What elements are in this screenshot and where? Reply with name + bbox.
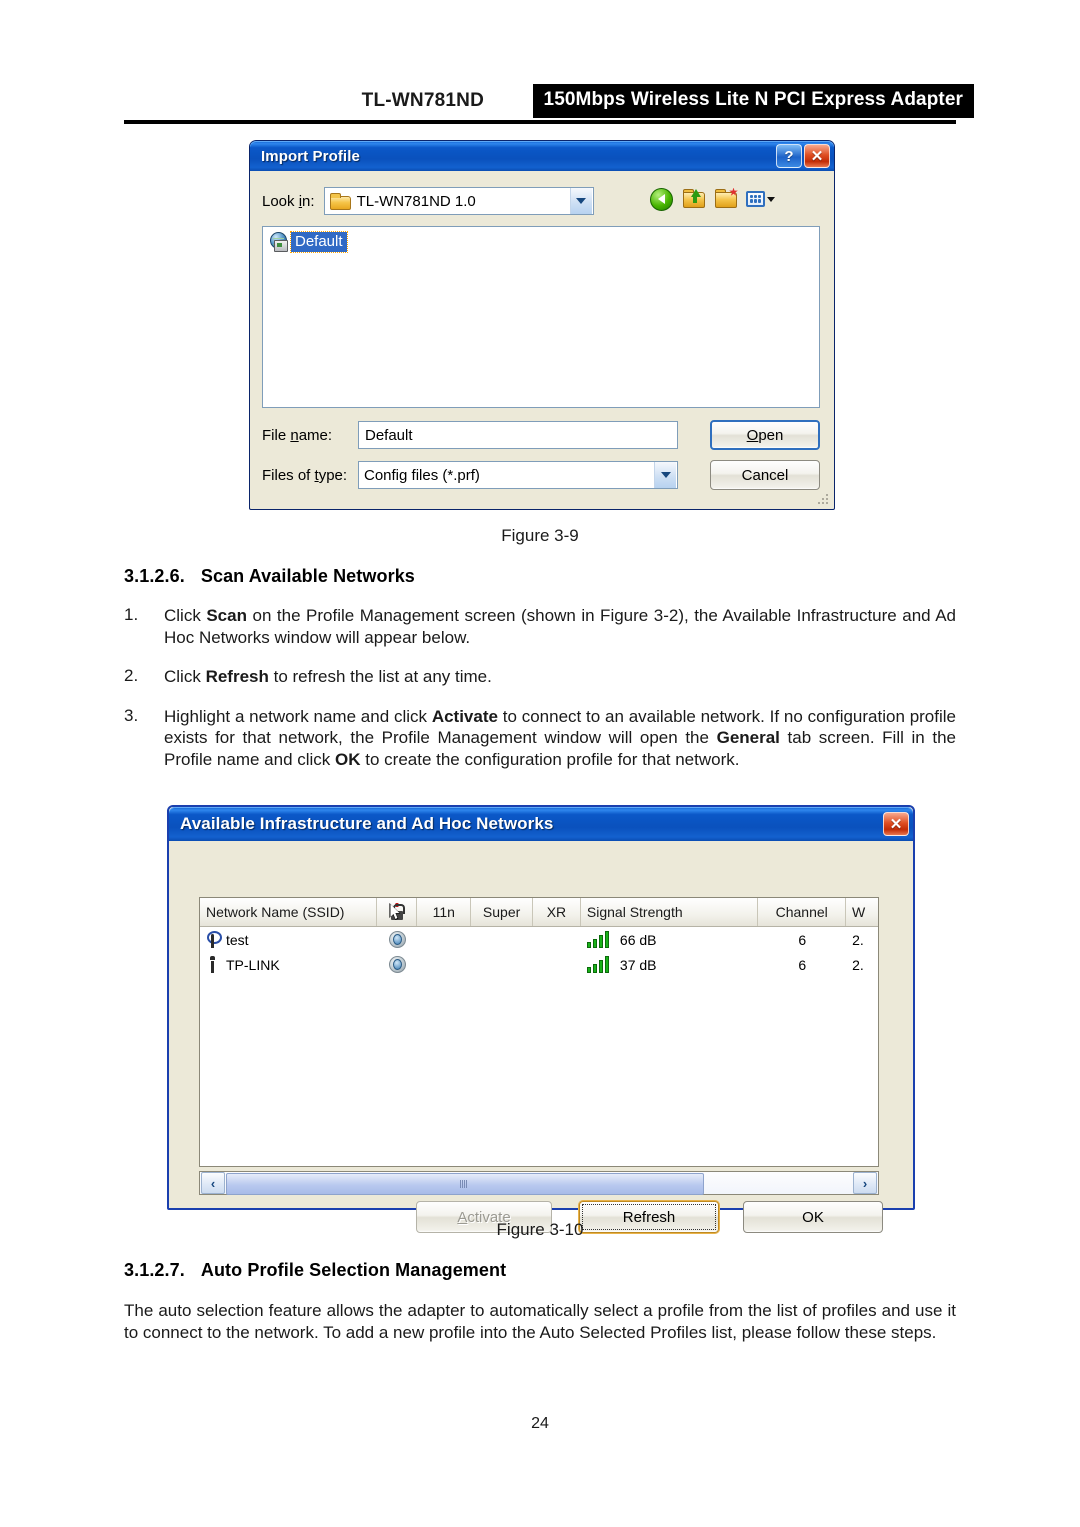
figure-caption-3-10: Figure 3-10 bbox=[496, 1220, 584, 1239]
list-item-number: 1. bbox=[124, 605, 139, 624]
views-icon[interactable] bbox=[746, 188, 775, 211]
signal-bars-icon bbox=[586, 931, 613, 948]
header-model: TL-WN781ND bbox=[361, 90, 484, 111]
import-profile-titlebar[interactable]: Import Profile ? ✕ bbox=[250, 141, 834, 171]
file-name-input[interactable]: Default bbox=[358, 421, 678, 449]
column-header-super[interactable]: Super bbox=[471, 898, 534, 926]
file-name-label-text: File name: bbox=[262, 426, 333, 444]
help-button[interactable]: ? bbox=[776, 144, 802, 168]
column-header-wireless-mode[interactable]: W bbox=[846, 898, 878, 926]
list-item-number: 3. bbox=[124, 705, 139, 725]
ssid-text: TP-LINK bbox=[226, 956, 280, 973]
import-profile-title: Import Profile bbox=[261, 147, 360, 165]
networks-table-header: Network Name (SSID) 11n Super XR Signal … bbox=[200, 898, 878, 927]
networks-table: Network Name (SSID) 11n Super XR Signal … bbox=[199, 897, 879, 1167]
list-item: 1. Click Scan on the Profile Management s… bbox=[124, 605, 956, 648]
files-of-type-label-text: Files of type: bbox=[262, 466, 348, 484]
back-icon[interactable] bbox=[650, 187, 675, 211]
list-item: 2. Click Refresh to refresh the list at a… bbox=[124, 666, 956, 688]
document-page: TL-WN781ND 150Mbps Wireless Lite N PCI E… bbox=[0, 0, 1080, 1527]
signal-value: 37 dB bbox=[619, 956, 657, 973]
files-of-type-value: Config files (*.prf) bbox=[364, 466, 480, 484]
cell-wireless-mode: 2. bbox=[852, 956, 864, 973]
close-icon[interactable]: ✕ bbox=[883, 812, 909, 836]
encryption-icon bbox=[388, 931, 406, 948]
open-button[interactable]: Open bbox=[710, 420, 820, 450]
table-row[interactable]: TP-LINK 37 dB 6 2. bbox=[200, 952, 878, 977]
list-item-text: Click Scan on the Profile Management scr… bbox=[164, 606, 956, 647]
cell-encryption bbox=[377, 956, 417, 973]
look-in-label: Look in: bbox=[262, 192, 315, 210]
new-folder-icon[interactable] bbox=[714, 187, 739, 211]
list-item: 3. Highlight a network name and click Act… bbox=[124, 706, 956, 771]
available-networks-titlebar[interactable]: Available Infrastructure and Ad Hoc Netw… bbox=[169, 807, 913, 841]
header-product: 150Mbps Wireless Lite N PCI Express Adap… bbox=[532, 84, 974, 118]
page-number: 24 bbox=[531, 1415, 549, 1432]
auto-profile-paragraph: The auto selection feature allows the ad… bbox=[124, 1301, 956, 1343]
column-header-signal-strength[interactable]: Signal Strength bbox=[581, 898, 759, 926]
cell-signal-strength: 66 dB bbox=[581, 931, 758, 948]
list-item-number: 2. bbox=[124, 666, 139, 686]
file-list[interactable]: Default bbox=[262, 226, 820, 408]
folder-icon bbox=[329, 193, 351, 210]
up-one-level-icon[interactable] bbox=[682, 188, 707, 211]
look-in-value: TL-WN781ND 1.0 bbox=[356, 192, 476, 210]
section-heading-auto-profile: 3.1.2.7. Auto Profile Selection Managemen… bbox=[124, 1260, 506, 1281]
column-header-ssid[interactable]: Network Name (SSID) bbox=[200, 898, 378, 926]
adhoc-network-icon bbox=[206, 956, 219, 973]
column-header-security[interactable] bbox=[377, 898, 418, 926]
profile-file-icon bbox=[268, 232, 290, 252]
files-of-type-select[interactable]: Config files (*.prf) bbox=[358, 461, 678, 489]
list-item-text: Click Refresh to refresh the list at any… bbox=[164, 667, 492, 687]
networks-table-body: test 66 dB 6 2. TP-LINK 37 dB 6 2. bbox=[200, 927, 878, 977]
column-header-xr[interactable]: XR bbox=[533, 898, 581, 926]
scroll-left-icon[interactable]: ‹ bbox=[201, 1172, 225, 1194]
import-profile-dialog: Import Profile ? ✕ Look in: TL-WN781ND 1… bbox=[249, 140, 835, 510]
page-header: TL-WN781ND 150Mbps Wireless Lite N PCI E… bbox=[124, 84, 974, 124]
cell-ssid: TP-LINK bbox=[200, 956, 377, 973]
horizontal-scrollbar[interactable]: ‹ › bbox=[199, 1171, 879, 1195]
column-header-11n[interactable]: 11n bbox=[417, 898, 472, 926]
chevron-down-icon[interactable] bbox=[654, 462, 676, 488]
section-number: 3.1.2.7. bbox=[124, 1260, 185, 1280]
file-name-label: Default bbox=[290, 230, 348, 253]
cancel-button[interactable]: Cancel bbox=[710, 460, 820, 490]
section-heading-scan: 3.1.2.6. Scan Available Networks bbox=[124, 566, 415, 587]
encryption-icon bbox=[388, 956, 406, 973]
scrollbar-grip-icon bbox=[460, 1180, 469, 1188]
resize-grip[interactable] bbox=[818, 494, 830, 506]
scan-steps-list: 1. Click Scan on the Profile Management s… bbox=[124, 605, 956, 788]
available-networks-dialog: Available Infrastructure and Ad Hoc Netw… bbox=[167, 805, 915, 1233]
ssid-text: test bbox=[226, 931, 249, 948]
cell-encryption bbox=[377, 931, 417, 948]
figure-caption-3-9: Figure 3-9 bbox=[501, 526, 579, 545]
scrollbar-thumb[interactable] bbox=[226, 1173, 704, 1195]
available-networks-title: Available Infrastructure and Ad Hoc Netw… bbox=[180, 814, 554, 833]
section-number: 3.1.2.6. bbox=[124, 566, 185, 586]
access-point-icon bbox=[206, 931, 222, 948]
scrollbar-track[interactable] bbox=[226, 1173, 852, 1195]
cell-wireless-mode: 2. bbox=[852, 931, 864, 948]
available-networks-body: Network Name (SSID) 11n Super XR Signal … bbox=[169, 841, 913, 1233]
table-row[interactable]: test 66 dB 6 2. bbox=[200, 927, 878, 952]
look-in-combobox[interactable]: TL-WN781ND 1.0 bbox=[323, 187, 594, 215]
cell-signal-strength: 37 dB bbox=[581, 956, 758, 973]
scroll-right-icon[interactable]: › bbox=[853, 1172, 877, 1194]
file-dialog-toolbar bbox=[650, 185, 775, 213]
section-title: Scan Available Networks bbox=[200, 566, 415, 586]
list-item-text: Highlight a network name and click Activ… bbox=[164, 706, 956, 769]
header-rule bbox=[124, 120, 956, 124]
cell-channel: 6 bbox=[798, 956, 807, 973]
list-item[interactable]: Default bbox=[268, 230, 348, 253]
cell-ssid: test bbox=[200, 931, 377, 948]
close-icon[interactable]: ✕ bbox=[804, 144, 830, 168]
section-title: Auto Profile Selection Management bbox=[200, 1260, 507, 1280]
cell-channel: 6 bbox=[798, 931, 807, 948]
column-header-channel[interactable]: Channel bbox=[758, 898, 847, 926]
signal-value: 66 dB bbox=[619, 931, 657, 948]
import-profile-body: Look in: TL-WN781ND 1.0 Default File nam… bbox=[250, 171, 834, 509]
signal-bars-icon bbox=[586, 956, 613, 973]
chevron-down-icon[interactable] bbox=[569, 188, 592, 214]
